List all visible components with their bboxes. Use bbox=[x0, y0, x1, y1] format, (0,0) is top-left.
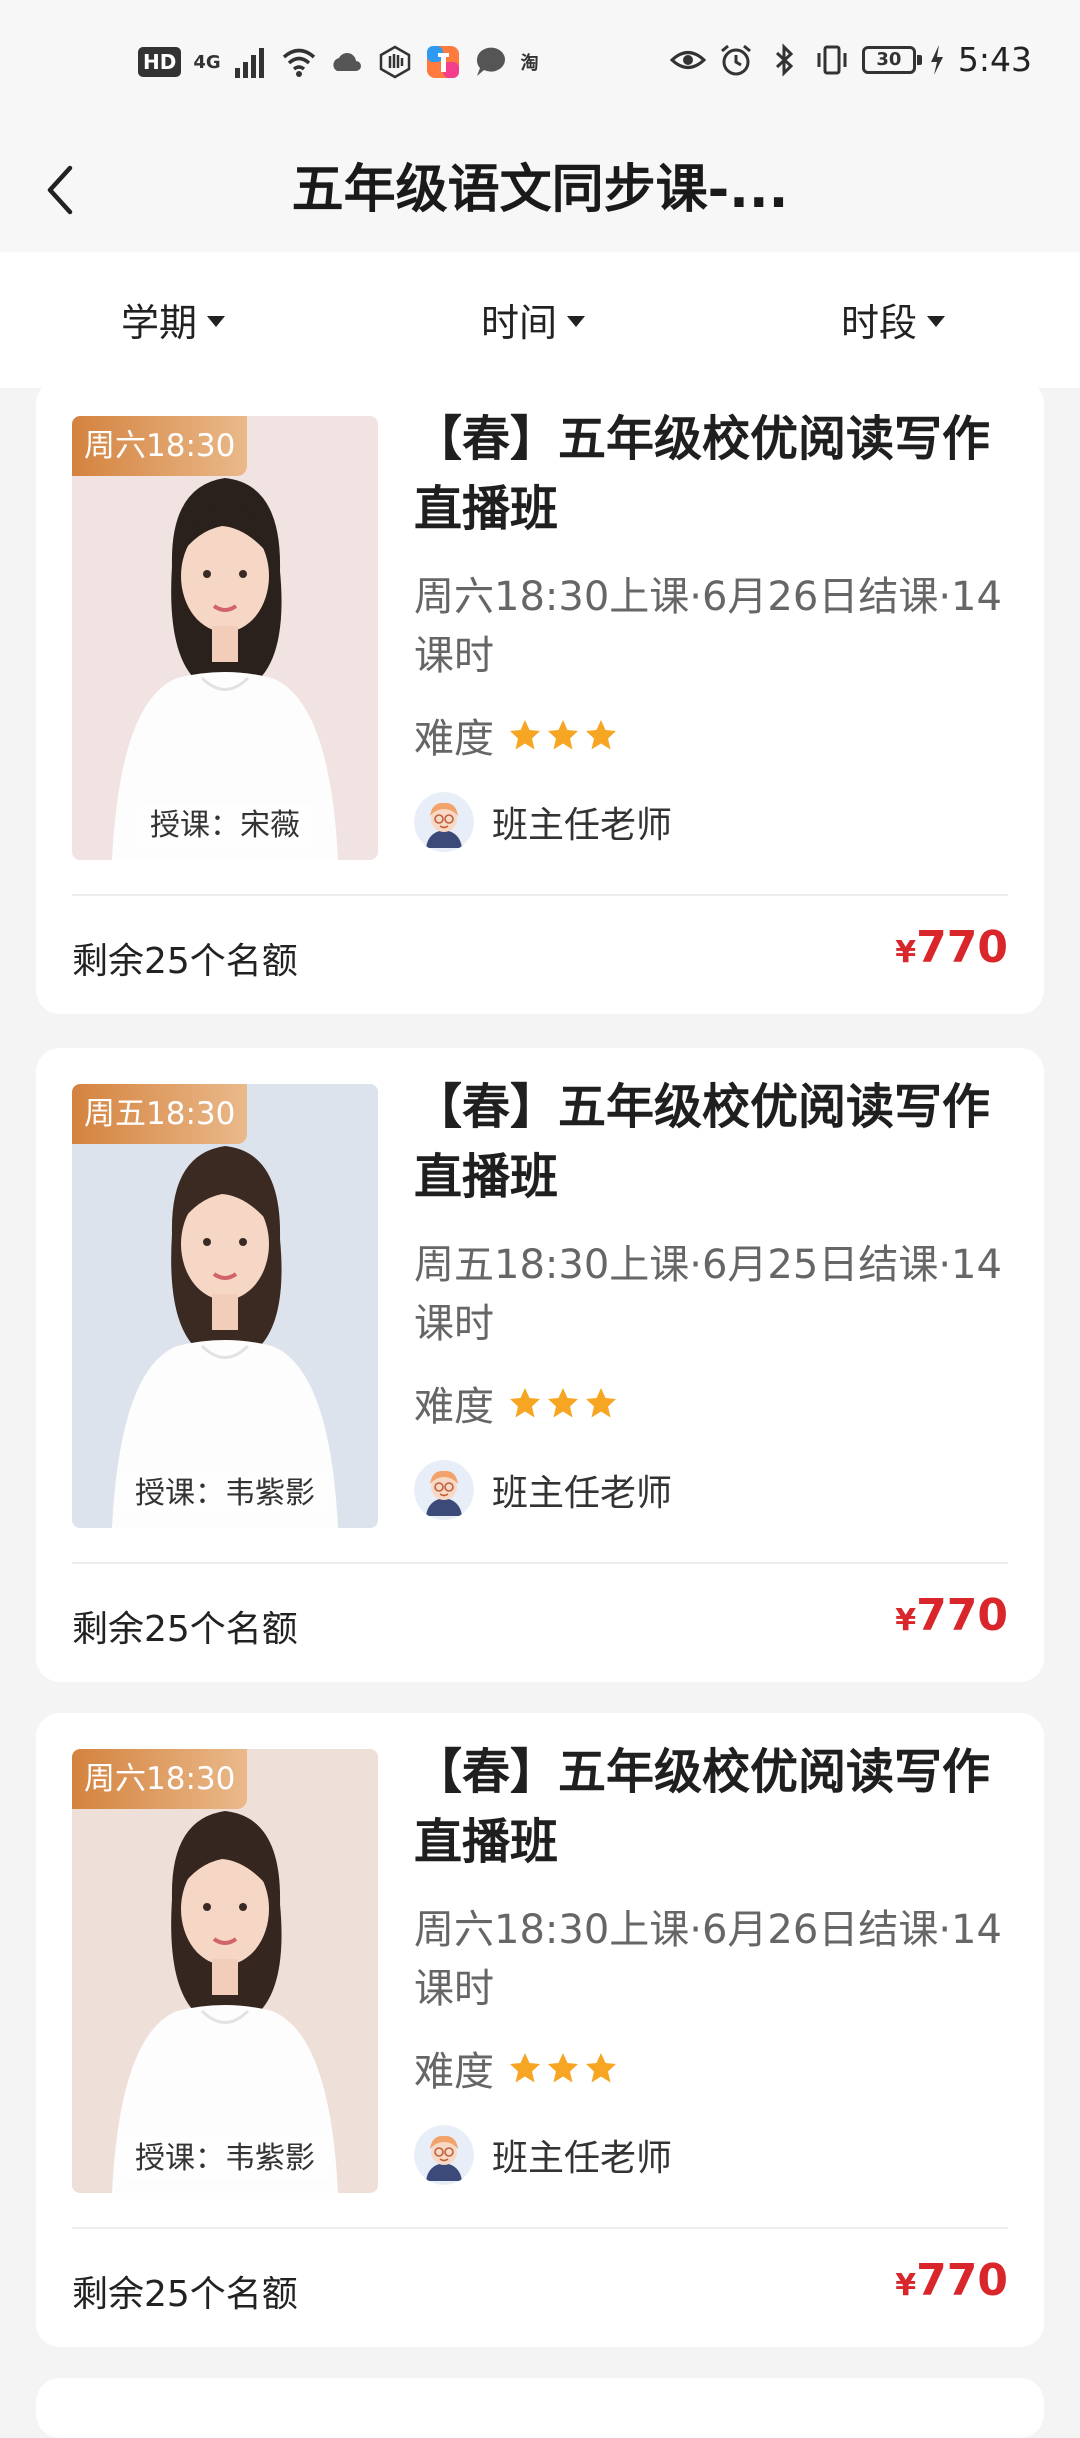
divider bbox=[72, 1562, 1008, 1564]
seats-remaining: 剩余25个名额 bbox=[72, 2274, 298, 2315]
star-icon bbox=[586, 720, 616, 750]
teacher-name: 授课：宋薇 bbox=[136, 804, 314, 847]
clock: 5:43 bbox=[957, 40, 1032, 79]
teacher-label: 授课：韦紫影 bbox=[72, 2133, 378, 2180]
message-icon bbox=[473, 44, 509, 80]
filter-label: 学期 bbox=[121, 301, 198, 345]
course-schedule: 周五18:30上课·6月25日结课·14课时 bbox=[414, 1242, 1002, 1347]
star-icon bbox=[510, 720, 540, 750]
time-tag: 周六18:30 bbox=[72, 1749, 248, 1809]
head-teacher-row: 班主任老师 bbox=[414, 792, 672, 852]
difficulty-stars bbox=[508, 2051, 618, 2085]
star-icon bbox=[586, 1388, 616, 1418]
eye-icon bbox=[669, 42, 706, 78]
hd-badge: HD bbox=[138, 47, 182, 77]
battery-icon: 30 bbox=[861, 45, 922, 74]
currency-symbol: ¥ bbox=[895, 1603, 917, 1638]
difficulty-stars bbox=[508, 718, 618, 752]
course-title: 【春】五年级校优阅读写作直播班 bbox=[414, 411, 991, 537]
price: ¥770 bbox=[895, 2255, 1008, 2306]
difficulty-row: 难度 bbox=[414, 706, 618, 764]
filter-period[interactable]: 时段 bbox=[841, 292, 946, 347]
hand-icon bbox=[377, 44, 413, 80]
difficulty-label: 难度 bbox=[414, 1384, 494, 1430]
seats-remaining: 剩余25个名额 bbox=[72, 941, 298, 982]
status-bar: HD 4G 淘 30 5:43 bbox=[0, 0, 1080, 130]
teacher-name: 授课：韦紫影 bbox=[121, 1472, 329, 1515]
head-teacher-row: 班主任老师 bbox=[414, 2125, 672, 2185]
course-schedule: 周六18:30上课·6月26日结课·14课时 bbox=[414, 574, 1002, 679]
caret-down-icon bbox=[927, 316, 946, 327]
star-icon bbox=[510, 1388, 540, 1418]
difficulty-row: 难度 bbox=[414, 1374, 618, 1432]
time-tag: 周五18:30 bbox=[72, 1084, 248, 1144]
teacher-label: 授课：韦紫影 bbox=[72, 1468, 378, 1515]
course-title: 【春】五年级校优阅读写作直播班 bbox=[414, 1744, 991, 1870]
filter-semester[interactable]: 学期 bbox=[121, 292, 226, 347]
head-teacher-label: 班主任老师 bbox=[492, 805, 673, 846]
price: ¥770 bbox=[895, 1590, 1008, 1641]
vibrate-icon bbox=[814, 42, 850, 78]
divider bbox=[72, 2227, 1008, 2229]
bluetooth-icon bbox=[766, 42, 802, 78]
divider bbox=[72, 894, 1008, 896]
avatar bbox=[414, 1460, 474, 1520]
charging-icon bbox=[928, 42, 946, 78]
course-title: 【春】五年级校优阅读写作直播班 bbox=[414, 1079, 991, 1205]
alarm-icon bbox=[718, 42, 754, 78]
course-card[interactable]: 周六18:30 授课：韦紫影 【春】五年级校优阅读写作直播班 周六18:30上课… bbox=[36, 1713, 1044, 2347]
course-photo: 周六18:30 授课：宋薇 bbox=[72, 416, 378, 860]
teacher-photo bbox=[72, 1084, 378, 1528]
caret-down-icon bbox=[207, 316, 226, 327]
nav-header: 五年级语文同步课-... bbox=[0, 130, 1080, 252]
caret-down-icon bbox=[567, 316, 586, 327]
page-title: 五年级语文同步课-... bbox=[291, 160, 789, 220]
difficulty-row: 难度 bbox=[414, 2039, 618, 2097]
difficulty-label: 难度 bbox=[414, 2049, 494, 2095]
star-icon bbox=[548, 2053, 578, 2083]
teacher-label: 授课：宋薇 bbox=[72, 800, 378, 847]
star-icon bbox=[586, 2053, 616, 2083]
difficulty-stars bbox=[508, 1386, 618, 1420]
head-teacher-label: 班主任老师 bbox=[492, 1473, 673, 1514]
star-icon bbox=[548, 1388, 578, 1418]
app-notification-icon bbox=[425, 44, 461, 80]
course-schedule: 周六18:30上课·6月26日结课·14课时 bbox=[414, 1907, 1002, 2012]
course-card[interactable]: 周六18:30 授课：宋薇 【春】五年级校优阅读写作直播班 周六18:30上课·… bbox=[36, 380, 1044, 1014]
cloud-icon bbox=[329, 44, 365, 80]
network-type-label: 4G bbox=[193, 51, 221, 73]
difficulty-label: 难度 bbox=[414, 716, 494, 762]
status-left-icons: HD 4G 淘 bbox=[138, 44, 539, 80]
teacher-photo bbox=[72, 1749, 378, 2193]
teacher-photo bbox=[72, 416, 378, 860]
filter-label: 时段 bbox=[841, 301, 918, 345]
price: ¥770 bbox=[895, 922, 1008, 973]
avatar bbox=[414, 792, 474, 852]
course-photo: 周五18:30 授课：韦紫影 bbox=[72, 1084, 378, 1528]
star-icon bbox=[510, 2053, 540, 2083]
filter-label: 时间 bbox=[481, 301, 558, 345]
price-value: 770 bbox=[916, 2255, 1008, 2306]
course-card[interactable]: 周五18:30 授课：韦紫影 【春】五年级校优阅读写作直播班 周五18:30上课… bbox=[36, 1048, 1044, 1682]
course-photo: 周六18:30 授课：韦紫影 bbox=[72, 1749, 378, 2193]
head-teacher-row: 班主任老师 bbox=[414, 1460, 672, 1520]
course-card-partial[interactable] bbox=[36, 2378, 1044, 2438]
price-value: 770 bbox=[916, 1590, 1008, 1641]
price-value: 770 bbox=[916, 922, 1008, 973]
taobao-icon: 淘 bbox=[520, 53, 539, 74]
seats-remaining: 剩余25个名额 bbox=[72, 1609, 298, 1650]
wifi-icon bbox=[281, 44, 317, 80]
time-tag: 周六18:30 bbox=[72, 416, 248, 476]
currency-symbol: ¥ bbox=[895, 2268, 917, 2303]
teacher-name: 授课：韦紫影 bbox=[121, 2137, 329, 2180]
star-icon bbox=[548, 720, 578, 750]
avatar bbox=[414, 2125, 474, 2185]
currency-symbol: ¥ bbox=[895, 935, 917, 970]
signal-icon bbox=[233, 44, 269, 80]
status-right-icons: 30 5:43 bbox=[669, 40, 1032, 79]
head-teacher-label: 班主任老师 bbox=[492, 2138, 673, 2179]
filter-bar: 学期 时间 时段 bbox=[0, 252, 1080, 388]
filter-time[interactable]: 时间 bbox=[481, 292, 586, 347]
